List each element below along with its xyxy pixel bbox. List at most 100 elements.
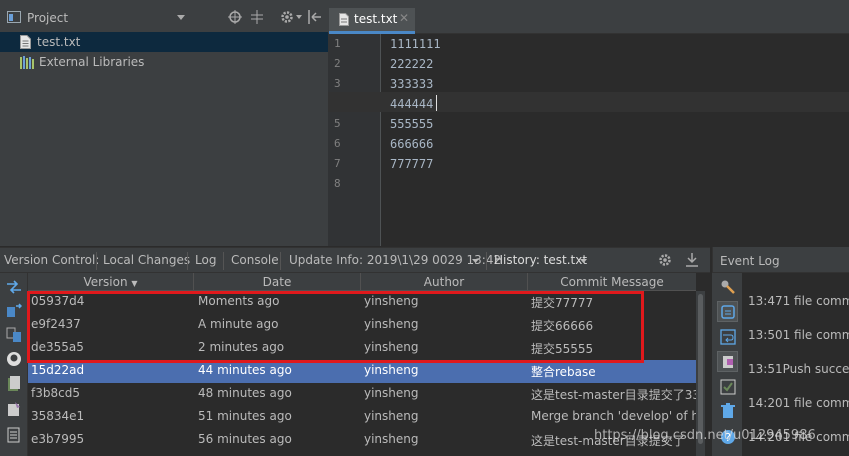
tree-item-test-txt[interactable]: test.txt	[0, 32, 328, 52]
table-row[interactable]: 35834e1 51 minutes ago yinsheng Merge br…	[28, 406, 696, 429]
line-number-gutter: 1 2 3 4 5 6 7 8	[328, 34, 381, 246]
author-cell: yinsheng	[364, 409, 419, 423]
event-log-title: Event Log	[720, 254, 780, 268]
tab-log[interactable]: Log	[195, 253, 216, 267]
mark-read-toggle[interactable]	[717, 351, 738, 372]
scrollbar-thumb[interactable]	[698, 294, 703, 444]
scroll-to-end-toggle[interactable]	[717, 301, 738, 322]
gear-icon[interactable]	[658, 253, 672, 267]
divider	[486, 252, 487, 270]
hide-panel-icon[interactable]	[686, 253, 698, 267]
project-panel-title: Project	[27, 11, 69, 25]
line-number: 5	[334, 117, 341, 130]
trash-icon[interactable]	[720, 403, 736, 419]
line-number: 6	[334, 137, 341, 150]
document-icon[interactable]	[6, 376, 22, 392]
table-row-selected[interactable]: 15d22ad 44 minutes ago yinsheng 整合rebase	[28, 360, 696, 383]
watermark: https://blog.csdn.net/u012945986	[594, 428, 816, 443]
tab-local-changes[interactable]: Local Changes	[103, 253, 190, 267]
checklist-icon[interactable]	[720, 379, 736, 395]
author-cell: yinsheng	[364, 386, 419, 400]
date-cell: 51 minutes ago	[198, 409, 292, 423]
text-caret	[436, 95, 437, 111]
tree-item-label: test.txt	[37, 35, 81, 49]
code-line: 222222	[390, 57, 434, 71]
highlight-annotation-box	[27, 291, 644, 363]
table-row[interactable]: f3b8cd5 48 minutes ago yinsheng 这是test-m…	[28, 383, 696, 406]
author-cell: yinsheng	[364, 363, 419, 377]
code-line: 333333	[390, 77, 434, 91]
locate-icon[interactable]	[228, 10, 242, 24]
project-panel: Project test.txt External Libraries	[0, 0, 328, 246]
code-editor[interactable]: 1111111 222222 333333 444444 555555 6666…	[382, 34, 849, 246]
table-header: Version ▼ Date Author Commit Message	[28, 273, 696, 291]
date-cell: 48 minutes ago	[198, 386, 292, 400]
github-icon[interactable]	[6, 351, 22, 367]
text-file-icon	[339, 13, 349, 26]
version-control-side-toolbar	[0, 273, 28, 456]
project-panel-header: Project	[0, 0, 328, 34]
mark-read-icon	[723, 356, 733, 368]
version-cell: 15d22ad	[31, 363, 85, 377]
event-log-entry: 13:51Push succes	[748, 362, 849, 376]
close-icon[interactable]: ✕	[399, 11, 409, 25]
hide-panel-icon[interactable]	[308, 10, 322, 24]
column-header-label: Version	[83, 275, 128, 289]
line-number: 7	[334, 157, 341, 170]
annotate-icon[interactable]	[6, 401, 22, 417]
tab-update-info[interactable]: Update Info: 2019\1\29 0029 13:42	[289, 253, 501, 267]
column-header-date[interactable]: Date	[194, 273, 361, 291]
version-control-title: Version Control:	[4, 253, 100, 267]
column-header-version[interactable]: Version ▼	[28, 273, 194, 291]
tree-item-label: External Libraries	[39, 55, 145, 69]
message-cell: 这是test-master目录提交了33	[531, 388, 696, 402]
version-control-toolbar: Version Control: Local Changes Log Conso…	[0, 247, 710, 273]
soft-wrap-icon[interactable]	[720, 329, 736, 345]
code-line: 777777	[390, 157, 434, 171]
code-line: 444444	[390, 97, 434, 111]
date-cell: 56 minutes ago	[198, 432, 292, 446]
project-icon	[7, 11, 21, 23]
tab-test-txt[interactable]: test.txt ✕	[329, 8, 415, 34]
tab-history[interactable]: History: test.txt	[494, 253, 587, 267]
scroll-to-end-icon	[721, 305, 735, 319]
tree-item-external-libraries[interactable]: External Libraries	[0, 52, 328, 72]
chevron-down-icon[interactable]	[580, 259, 587, 263]
column-header-commit-message[interactable]: Commit Message	[528, 273, 696, 291]
settings-wrench-icon[interactable]	[720, 279, 736, 295]
code-line: 555555	[390, 117, 434, 131]
collapse-all-icon[interactable]	[250, 10, 264, 24]
line-number: 2	[334, 57, 341, 70]
text-file-icon	[20, 35, 31, 49]
event-log-entry: 13:501 file comm	[748, 328, 849, 342]
divider	[96, 252, 97, 270]
tab-label: test.txt	[354, 12, 398, 26]
list-icon[interactable]	[6, 427, 22, 443]
event-log-entry: 14:201 file comm	[748, 396, 849, 410]
column-header-author[interactable]: Author	[361, 273, 528, 291]
compare-with-icon[interactable]	[6, 327, 22, 343]
sort-down-icon: ▼	[131, 279, 138, 288]
line-number: 8	[334, 177, 341, 190]
libraries-icon	[20, 55, 34, 69]
chevron-down-icon[interactable]	[472, 259, 479, 263]
line-number: 3	[334, 77, 341, 90]
tab-console[interactable]: Console	[231, 253, 279, 267]
divider	[223, 252, 224, 270]
message-cell: Merge branch 'develop' of h	[531, 409, 696, 423]
version-cell: f3b8cd5	[31, 386, 80, 400]
version-cell: e3b7995	[31, 432, 85, 446]
date-cell: 44 minutes ago	[198, 363, 292, 377]
author-cell: yinsheng	[364, 432, 419, 446]
chevron-down-icon[interactable]	[296, 15, 302, 19]
compare-arrows-icon[interactable]	[6, 279, 22, 295]
code-line: 666666	[390, 137, 434, 151]
compare-local-icon[interactable]	[6, 303, 22, 319]
message-cell: 整合rebase	[531, 365, 596, 379]
version-cell: 35834e1	[31, 409, 85, 423]
gear-icon[interactable]	[280, 10, 294, 24]
divider	[280, 252, 281, 270]
event-log-entry: 13:471 file comm	[748, 294, 849, 308]
code-line: 1111111	[390, 37, 441, 51]
chevron-down-icon[interactable]	[177, 15, 185, 20]
